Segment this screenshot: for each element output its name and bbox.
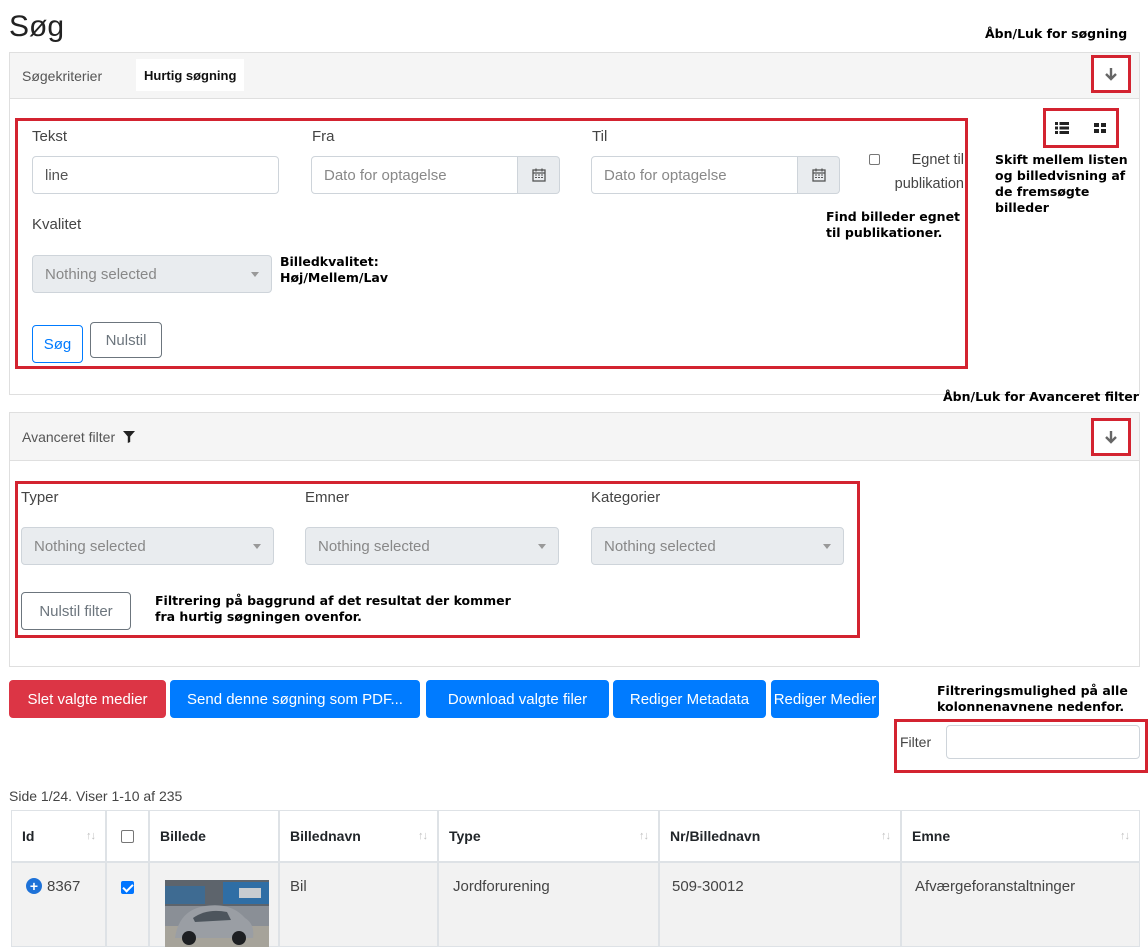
subjects-label: Emner (305, 489, 350, 506)
chevron-down-icon (251, 271, 259, 277)
row-select-checkbox[interactable] (121, 881, 134, 894)
sort-icon[interactable]: ↑↓ (639, 830, 649, 842)
expand-row-icon[interactable]: + (26, 878, 42, 894)
chevron-down-icon (823, 543, 831, 549)
reset-button[interactable]: Nulstil (90, 322, 162, 358)
sort-icon[interactable]: ↑↓ (86, 830, 96, 842)
note-filter-explain: Filtrering på baggrund af det resultat d… (155, 593, 511, 624)
results-summary: Side 1/24. Viser 1-10 af 235 (9, 788, 183, 804)
note-publication: Find billeder egnet til publikationer. (826, 209, 961, 240)
types-select-value: Nothing selected (34, 537, 146, 555)
to-label: Til (592, 128, 608, 145)
tab-quick-search[interactable]: Hurtig søgning (136, 59, 245, 91)
search-criteria-label: Søgekriterier (22, 68, 103, 84)
table-row-image-cell (149, 862, 279, 947)
column-header-label: Nr/Billednavn (670, 828, 761, 844)
select-all-checkbox[interactable] (121, 829, 134, 843)
column-header-label: Type (449, 828, 481, 844)
note-view-switch: Skift mellem listen og billedvisning af … (995, 152, 1128, 215)
list-view-button[interactable] (1047, 112, 1077, 144)
grid-icon (1094, 123, 1106, 133)
table-row-nr-cell: 509-30012 (659, 862, 901, 947)
sort-icon[interactable]: ↑↓ (881, 830, 891, 842)
column-header-type[interactable]: Type ↑↓ (438, 810, 659, 862)
quality-label: Kvalitet (32, 216, 82, 233)
column-header-label: Billede (160, 828, 206, 844)
reset-filter-button[interactable]: Nulstil filter (21, 592, 131, 630)
column-header-label: Id (22, 828, 35, 844)
quality-select-value: Nothing selected (45, 265, 157, 283)
from-label: Fra (312, 128, 335, 145)
publication-checkbox[interactable] (869, 154, 880, 165)
quality-select[interactable]: Nothing selected (32, 255, 272, 293)
column-header-subject[interactable]: Emne ↑↓ (901, 810, 1140, 862)
thumbnail-image[interactable] (165, 880, 269, 947)
table-row-name-cell: Bil (279, 862, 438, 947)
page-title: Søg (9, 10, 65, 43)
arrow-down-icon (1105, 68, 1117, 81)
column-header-nr[interactable]: Nr/Billednavn ↑↓ (659, 810, 901, 862)
publication-label: Egnet til publikation (894, 152, 964, 192)
to-date-input[interactable]: Dato for optagelse (591, 156, 798, 194)
send-pdf-button[interactable]: Send denne søgning som PDF... (170, 680, 420, 718)
download-button[interactable]: Download valgte filer (426, 680, 609, 718)
sort-icon[interactable]: ↑↓ (1120, 830, 1130, 842)
note-toggle-advanced: Åbn/Luk for Avanceret filter (943, 389, 1139, 404)
sort-icon[interactable]: ↑↓ (418, 830, 428, 842)
filter-icon (123, 431, 135, 443)
advanced-filter-label: Avanceret filter (22, 429, 116, 445)
from-date-input[interactable]: Dato for optagelse (311, 156, 518, 194)
calendar-icon (531, 168, 546, 182)
publication-checkbox-group[interactable]: Egnet til publikation (869, 152, 964, 196)
table-row-type-cell: Jordforurening (438, 862, 659, 947)
search-button[interactable]: Søg (32, 325, 83, 363)
note-quality: Billedkvalitet: Høj/Mellem/Lav (280, 254, 389, 285)
text-label: Tekst (32, 128, 68, 145)
subjects-select[interactable]: Nothing selected (305, 527, 559, 565)
table-row-subject-cell: Afværgeforanstaltninger (901, 862, 1140, 947)
column-header-image: Billede (149, 810, 279, 862)
types-label: Typer (21, 489, 59, 506)
toggle-advanced-button[interactable] (1091, 418, 1131, 456)
column-filter-input[interactable] (946, 725, 1140, 759)
delete-selected-button[interactable]: Slet valgte medier (9, 680, 166, 718)
column-header-label: Billednavn (290, 828, 361, 844)
subjects-select-value: Nothing selected (318, 537, 430, 555)
column-header-name[interactable]: Billednavn ↑↓ (279, 810, 438, 862)
categories-select[interactable]: Nothing selected (591, 527, 844, 565)
types-select[interactable]: Nothing selected (21, 527, 274, 565)
filter-label: Filter (900, 734, 932, 750)
text-input[interactable]: line (32, 156, 279, 194)
edit-media-button[interactable]: Rediger Medier (771, 680, 879, 718)
categories-select-value: Nothing selected (604, 537, 716, 555)
toggle-search-button[interactable] (1091, 55, 1131, 93)
note-column-filter: Filtreringsmulighed på alle kolonnenavne… (937, 683, 1128, 714)
row-id: 8367 (47, 878, 81, 895)
grid-view-button[interactable] (1085, 112, 1115, 144)
to-calendar-button[interactable] (798, 156, 840, 194)
column-header-label: Emne (912, 828, 951, 844)
chevron-down-icon (253, 543, 261, 549)
column-header-select-all[interactable] (106, 810, 149, 862)
list-icon (1055, 122, 1069, 134)
table-row-select-cell (106, 862, 149, 947)
table-row-id-cell: + 8367 (11, 862, 106, 947)
search-panel-header: Søgekriterier Hurtig søgning (10, 53, 1139, 99)
view-toggle (1043, 108, 1119, 148)
arrow-down-icon (1105, 431, 1117, 444)
edit-metadata-button[interactable]: Rediger Metadata (613, 680, 766, 718)
chevron-down-icon (538, 543, 546, 549)
categories-label: Kategorier (591, 489, 661, 506)
note-toggle-search: Åbn/Luk for søgning (985, 26, 1128, 41)
from-calendar-button[interactable] (518, 156, 560, 194)
column-header-id[interactable]: Id ↑↓ (11, 810, 106, 862)
advanced-filter-header: Avanceret filter (10, 413, 1139, 461)
calendar-icon (811, 168, 826, 182)
